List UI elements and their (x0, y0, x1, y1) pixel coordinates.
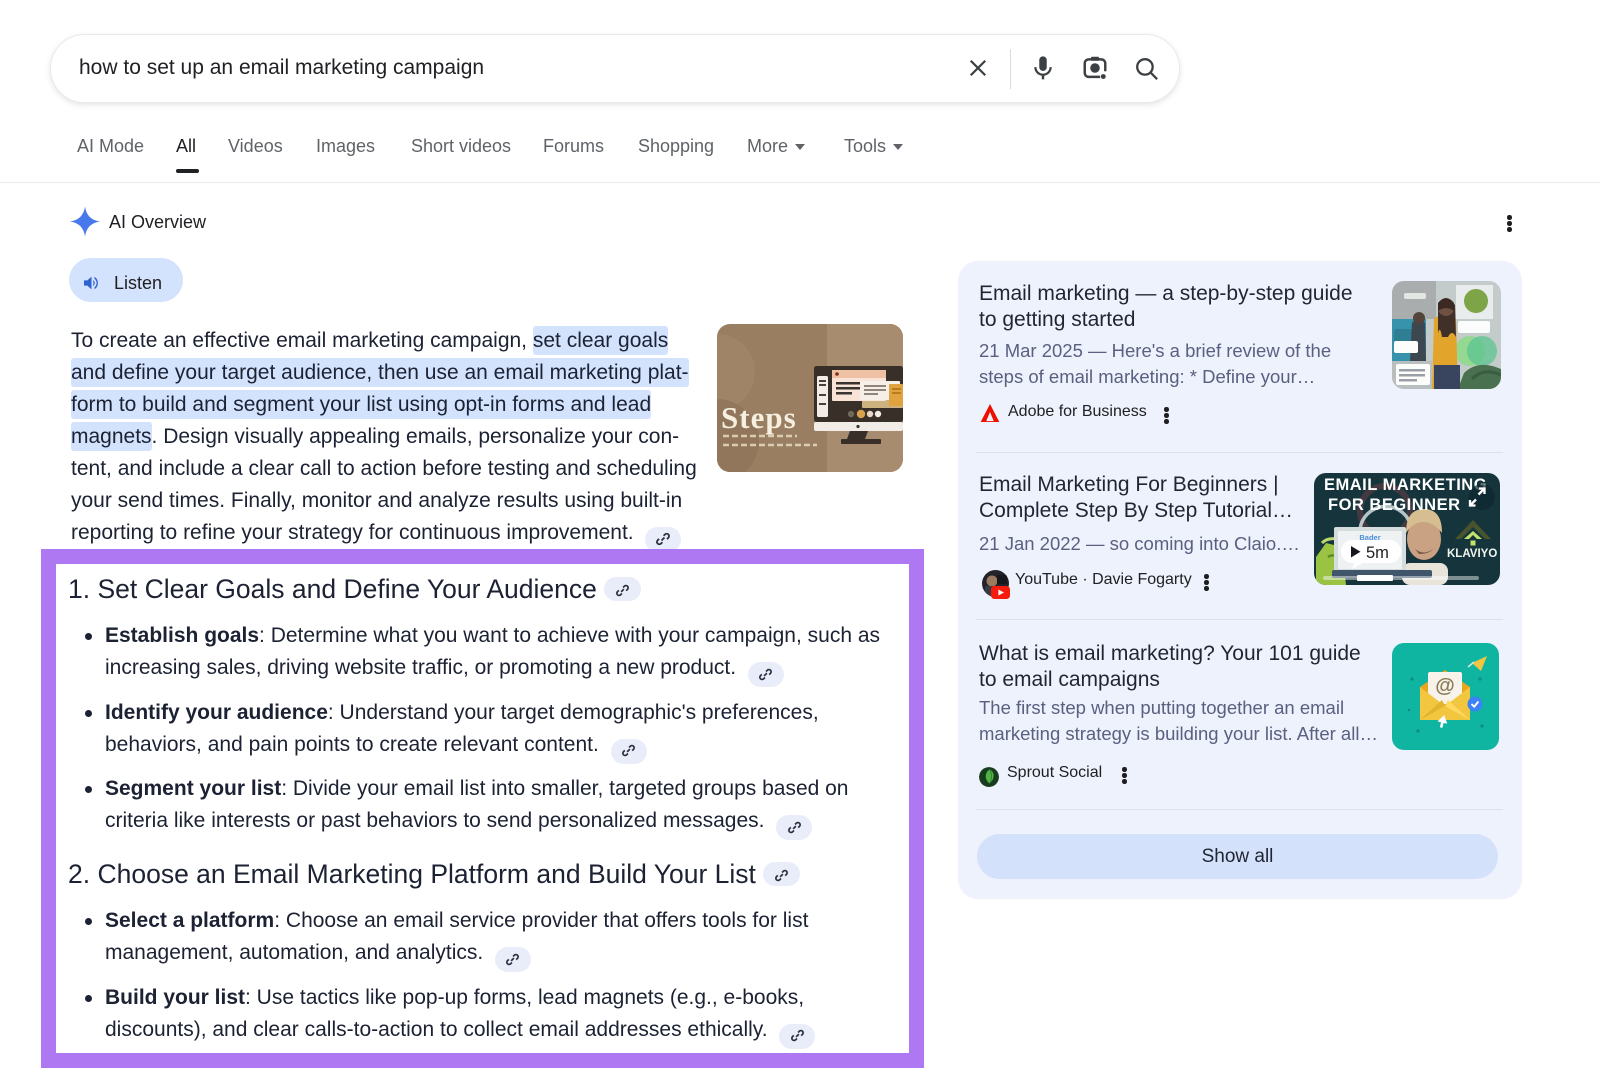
svg-text:EMAIL MARKETING: EMAIL MARKETING (1324, 476, 1487, 494)
svg-text:Steps: Steps (721, 400, 797, 435)
svg-text:FOR BEGINNER: FOR BEGINNER (1328, 496, 1461, 514)
svg-text:@: @ (1435, 675, 1455, 697)
svg-text:KLAVIYO: KLAVIYO (1447, 548, 1497, 560)
svg-text:5m: 5m (1366, 544, 1389, 562)
